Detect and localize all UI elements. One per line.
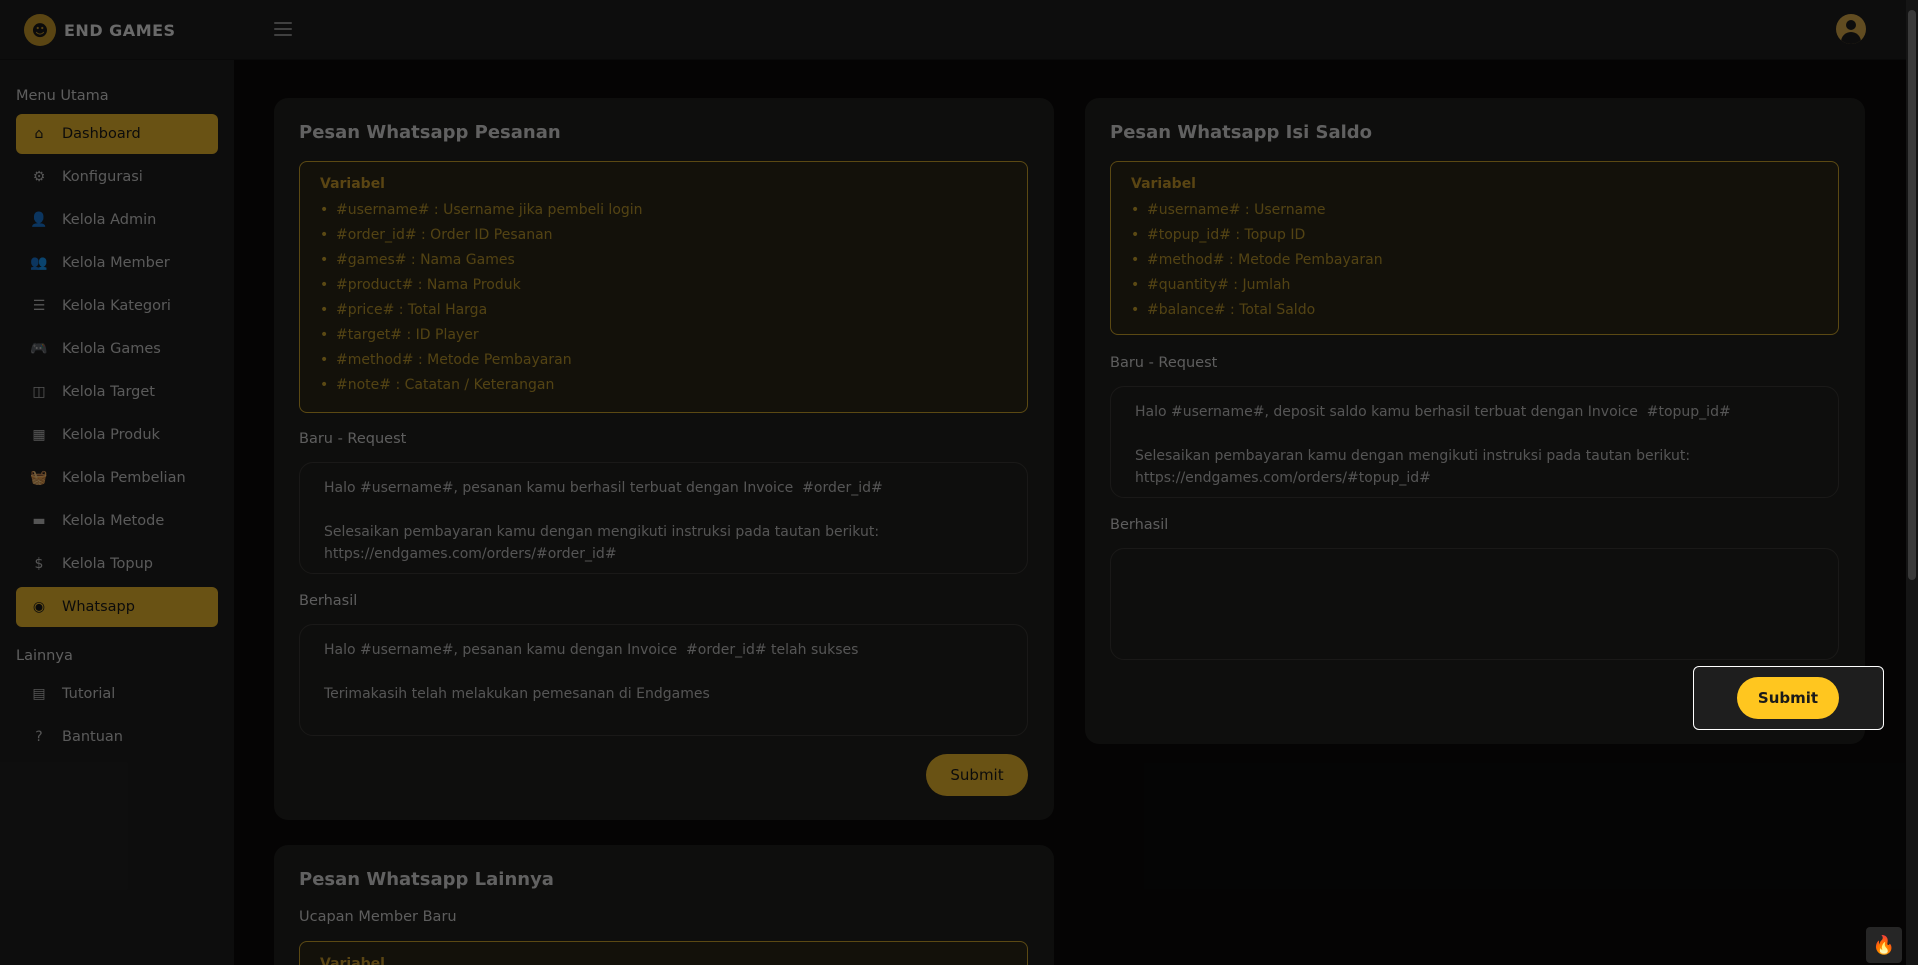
success-message-input[interactable] xyxy=(1110,548,1839,660)
sidebar-section-other: Lainnya xyxy=(16,648,73,664)
variables-title: Variabel xyxy=(320,956,385,965)
sidebar-item-bantuan[interactable]: ? Bantuan xyxy=(16,717,218,757)
variable-item: #target# : ID Player xyxy=(320,323,1007,348)
flame-icon[interactable]: 🔥 xyxy=(1866,927,1902,963)
brand[interactable]: ☻ END GAMES xyxy=(24,14,176,46)
variable-item: #order_id# : Order ID Pesanan xyxy=(320,223,1007,248)
sidebar-item-kelola-topup[interactable]: $ Kelola Topup xyxy=(16,544,218,584)
sidebar-item-label: Kelola Pembelian xyxy=(62,470,186,486)
sidebar-section-main: Menu Utama xyxy=(16,88,109,104)
variables-list: #username# : Username jika pembeli login… xyxy=(320,198,1007,398)
sidebar-item-label: Dashboard xyxy=(62,126,141,142)
sidebar-item-label: Kelola Member xyxy=(62,255,170,271)
other-message-card: Pesan Whatsapp Lainnya Ucapan Member Bar… xyxy=(274,845,1054,965)
success-label: Berhasil xyxy=(299,593,358,609)
home-icon: ⌂ xyxy=(34,126,44,142)
variables-list: #username# : Username #topup_id# : Topup… xyxy=(1131,198,1818,323)
variable-item: #note# : Catatan / Keterangan xyxy=(320,373,1007,398)
card-title: Pesan Whatsapp Pesanan xyxy=(299,122,561,143)
sidebar-item-label: Whatsapp xyxy=(62,599,135,615)
sidebar-item-dashboard[interactable]: ⌂ Dashboard xyxy=(16,114,218,154)
variables-title: Variabel xyxy=(320,176,385,192)
variable-item: #username# : Username xyxy=(1131,198,1818,223)
variable-item: #product# : Nama Produk xyxy=(320,273,1007,298)
success-label: Berhasil xyxy=(1110,517,1169,533)
new-member-label: Ucapan Member Baru xyxy=(299,909,457,925)
page-scrollbar[interactable] xyxy=(1906,0,1918,965)
user-avatar-icon[interactable] xyxy=(1836,14,1866,44)
sidebar-item-whatsapp[interactable]: ◉ Whatsapp xyxy=(16,587,218,627)
sidebar: Menu Utama ⌂ Dashboard ⚙ Konfigurasi 👤 K… xyxy=(0,60,234,965)
variable-item: #topup_id# : Topup ID xyxy=(1131,223,1818,248)
variables-box: Variabel xyxy=(299,941,1028,965)
sidebar-item-kelola-pembelian[interactable]: 🧺 Kelola Pembelian xyxy=(16,458,218,498)
gear-icon: ⚙ xyxy=(32,169,46,185)
request-label: Baru - Request xyxy=(1110,355,1218,371)
sidebar-item-label: Kelola Admin xyxy=(62,212,157,228)
variable-item: #username# : Username jika pembeli login xyxy=(320,198,1007,223)
list-icon: ☰ xyxy=(32,298,46,314)
sidebar-item-tutorial[interactable]: ▤ Tutorial xyxy=(16,674,218,714)
card-title: Pesan Whatsapp Isi Saldo xyxy=(1110,122,1373,143)
sidebar-item-konfigurasi[interactable]: ⚙ Konfigurasi xyxy=(16,157,218,197)
sidebar-item-label: Konfigurasi xyxy=(62,169,143,185)
sidebar-item-kelola-target[interactable]: ◫ Kelola Target xyxy=(16,372,218,412)
sidebar-item-kelola-kategori[interactable]: ☰ Kelola Kategori xyxy=(16,286,218,326)
variable-item: #method# : Metode Pembayaran xyxy=(320,348,1007,373)
order-submit-button[interactable]: Submit xyxy=(926,754,1028,796)
gamepad-icon: 🎮 xyxy=(30,341,48,357)
main-content: Pesan Whatsapp Pesanan Variabel #usernam… xyxy=(234,60,1918,965)
card-title: Pesan Whatsapp Lainnya xyxy=(299,869,554,890)
variable-item: #quantity# : Jumlah xyxy=(1131,273,1818,298)
variable-item: #balance# : Total Saldo xyxy=(1131,298,1818,323)
sidebar-item-kelola-metode[interactable]: ▬ Kelola Metode xyxy=(16,501,218,541)
top-bar: ☻ END GAMES xyxy=(0,0,1918,60)
request-label: Baru - Request xyxy=(299,431,407,447)
basket-icon: 🧺 xyxy=(30,470,48,486)
topup-message-card: Pesan Whatsapp Isi Saldo Variabel #usern… xyxy=(1085,98,1865,744)
sidebar-item-label: Tutorial xyxy=(62,686,116,702)
success-message-input[interactable]: Halo #username#, pesanan kamu dengan Inv… xyxy=(299,624,1028,736)
scrollbar-thumb[interactable] xyxy=(1908,10,1916,580)
book-icon: ▤ xyxy=(32,686,46,702)
sidebar-item-kelola-member[interactable]: 👥 Kelola Member xyxy=(16,243,218,283)
calendar-icon: ▦ xyxy=(32,427,46,443)
brand-logo-icon: ☻ xyxy=(24,14,56,46)
variables-box: Variabel #username# : Username jika pemb… xyxy=(299,161,1028,413)
variable-item: #games# : Nama Games xyxy=(320,248,1007,273)
order-message-card: Pesan Whatsapp Pesanan Variabel #usernam… xyxy=(274,98,1054,820)
sidebar-item-label: Kelola Produk xyxy=(62,427,160,443)
variable-item: #method# : Metode Pembayaran xyxy=(1131,248,1818,273)
user-cog-icon: 👤 xyxy=(30,212,48,228)
variables-box: Variabel #username# : Username #topup_id… xyxy=(1110,161,1839,335)
sidebar-item-label: Kelola Target xyxy=(62,384,155,400)
users-icon: 👥 xyxy=(30,255,48,271)
brand-name: END GAMES xyxy=(64,20,176,40)
menu-toggle-icon[interactable] xyxy=(274,22,292,36)
columns-icon: ◫ xyxy=(32,384,46,400)
spotlight-highlight: Submit xyxy=(1693,666,1884,730)
question-icon: ? xyxy=(35,729,43,745)
variable-item: #price# : Total Harga xyxy=(320,298,1007,323)
sidebar-item-kelola-produk[interactable]: ▦ Kelola Produk xyxy=(16,415,218,455)
sidebar-item-label: Kelola Topup xyxy=(62,556,153,572)
sidebar-item-label: Kelola Kategori xyxy=(62,298,171,314)
variables-title: Variabel xyxy=(1131,176,1196,192)
sidebar-item-kelola-admin[interactable]: 👤 Kelola Admin xyxy=(16,200,218,240)
sidebar-item-label: Kelola Games xyxy=(62,341,161,357)
credit-card-icon: ▬ xyxy=(32,513,46,529)
topup-submit-button[interactable]: Submit xyxy=(1737,677,1839,719)
whatsapp-icon: ◉ xyxy=(32,599,46,615)
request-message-input[interactable]: Halo #username#, pesanan kamu berhasil t… xyxy=(299,462,1028,574)
sidebar-item-label: Bantuan xyxy=(62,729,123,745)
sidebar-item-kelola-games[interactable]: 🎮 Kelola Games xyxy=(16,329,218,369)
request-message-input[interactable]: Halo #username#, deposit saldo kamu berh… xyxy=(1110,386,1839,498)
dollar-icon: $ xyxy=(34,556,44,572)
sidebar-item-label: Kelola Metode xyxy=(62,513,165,529)
